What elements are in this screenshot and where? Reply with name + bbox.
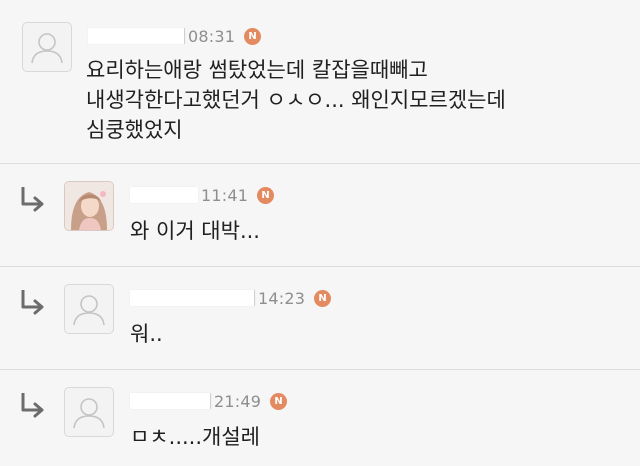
- comment-time: 21:49: [214, 391, 262, 411]
- author-name-masked: [130, 290, 255, 306]
- profile-photo[interactable]: [64, 181, 114, 231]
- comment-meta: 11:41 N: [130, 184, 275, 206]
- comment-meta: 21:49 N: [130, 390, 288, 412]
- comment-text: 워..: [130, 319, 163, 349]
- new-badge-icon: N: [244, 27, 262, 45]
- reply-arrow-icon: [21, 393, 44, 418]
- comment-text-line: ㅁㅊ.....개설레: [130, 425, 260, 449]
- default-avatar-icon[interactable]: [22, 22, 72, 72]
- author-name-masked: [88, 28, 185, 44]
- reply-comment: 21:49 N ㅁㅊ.....개설레: [0, 370, 640, 466]
- comment-meta: 08:31 N: [88, 25, 262, 47]
- comment-text: 요리하는애랑 썸탔었는데 칼잡을때빼고 내생각한다고했던거 ㅇㅅㅇ... 왜인지…: [86, 55, 506, 145]
- comment-text-line: 심쿵했었지: [86, 118, 183, 142]
- comment-time: 11:41: [201, 185, 249, 205]
- comment-time: 14:23: [258, 288, 306, 308]
- comment-text: ㅁㅊ.....개설레: [130, 422, 260, 452]
- comment-text-line: 와 이거 대박...: [130, 219, 260, 243]
- new-badge-icon: N: [257, 186, 275, 204]
- author-name-masked: [130, 187, 198, 203]
- comment-text-line: 내생각한다고했던거 ㅇㅅㅇ... 왜인지모르겠는데: [86, 88, 506, 112]
- author-name-masked: [130, 393, 211, 409]
- default-avatar-icon[interactable]: [64, 387, 114, 437]
- comment-text-line: 요리하는애랑 썸탔었는데 칼잡을때빼고: [86, 58, 428, 82]
- reply-comment: 11:41 N 와 이거 대박...: [0, 164, 640, 266]
- reply-arrow-icon: [21, 187, 44, 212]
- comment: 08:31 N 요리하는애랑 썸탔었는데 칼잡을때빼고 내생각한다고했던거 ㅇㅅ…: [0, 0, 640, 163]
- reply-arrow-icon: [21, 290, 44, 315]
- comment-thread: 08:31 N 요리하는애랑 썸탔었는데 칼잡을때빼고 내생각한다고했던거 ㅇㅅ…: [0, 0, 640, 466]
- new-badge-icon: N: [314, 289, 332, 307]
- comment-text-line: 워..: [130, 322, 163, 346]
- reply-comment: 14:23 N 워..: [0, 267, 640, 369]
- comment-text: 와 이거 대박...: [130, 216, 260, 246]
- comment-time: 08:31: [188, 26, 236, 46]
- new-badge-icon: N: [270, 392, 288, 410]
- default-avatar-icon[interactable]: [64, 284, 114, 334]
- comment-meta: 14:23 N: [130, 287, 332, 309]
